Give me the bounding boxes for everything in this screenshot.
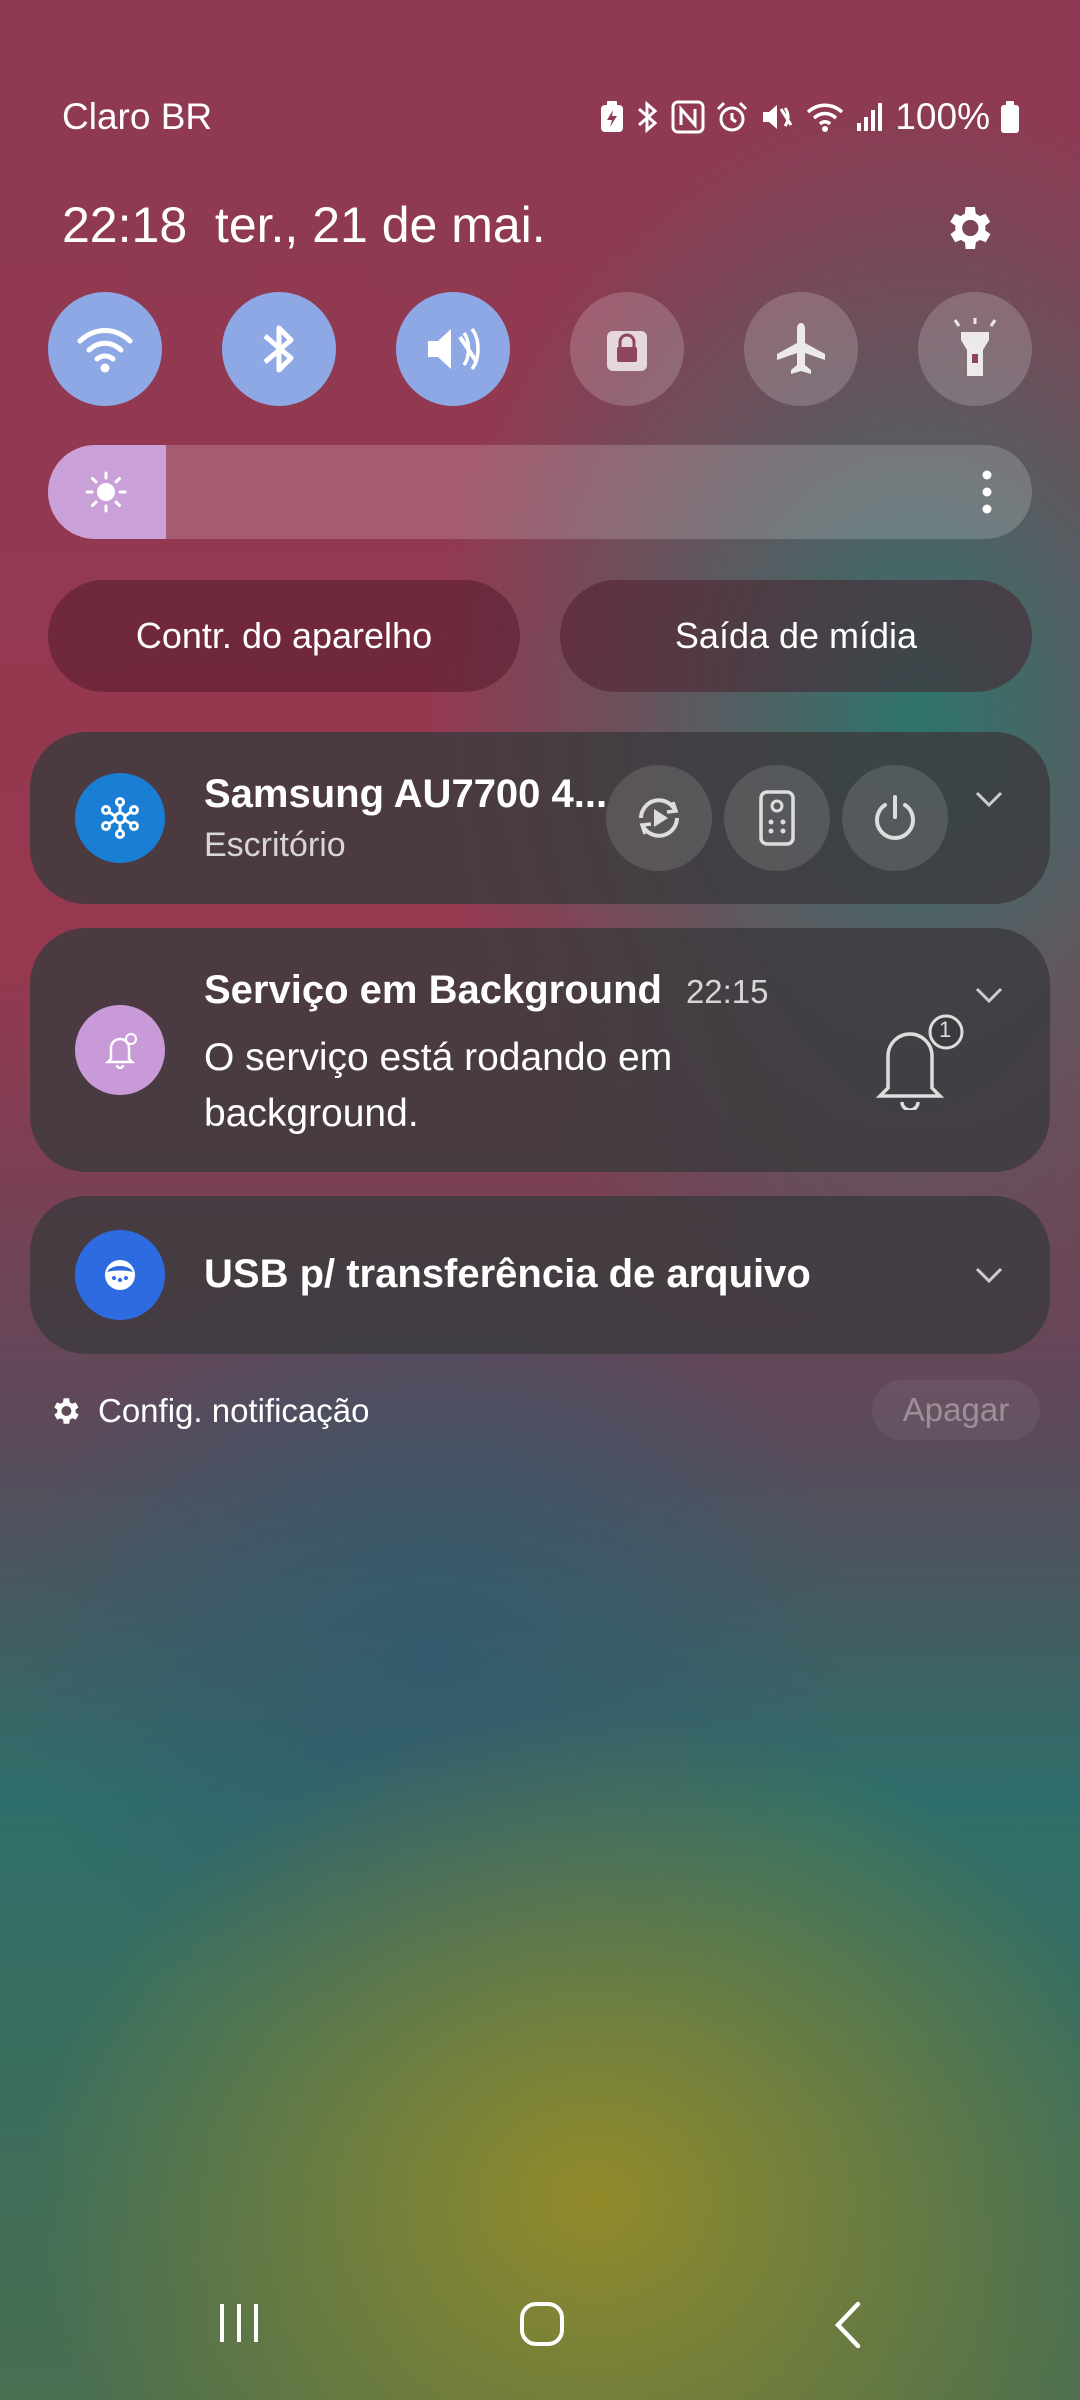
bell-badge-icon: 1 xyxy=(858,1010,968,1112)
sun-icon xyxy=(84,470,128,514)
notification-title: Serviço em Background xyxy=(204,968,662,1012)
bluetooth-toggle[interactable] xyxy=(222,292,336,406)
back-icon xyxy=(834,2301,861,2349)
home-button[interactable] xyxy=(518,2300,566,2360)
home-icon xyxy=(520,2302,564,2346)
expand-chevron-icon[interactable] xyxy=(974,986,1004,1009)
bell-app-icon xyxy=(75,1005,165,1095)
mute-icon xyxy=(759,100,795,134)
expand-chevron-icon[interactable] xyxy=(974,790,1004,813)
clear-all-button[interactable]: Apagar xyxy=(872,1380,1040,1440)
status-icons: 100% xyxy=(599,96,1020,138)
more-options-icon[interactable] xyxy=(980,469,994,515)
quick-settings-row xyxy=(48,292,1032,406)
battery-text: 100% xyxy=(895,96,990,137)
notification-header: Serviço em Background 22:15 xyxy=(204,968,769,1013)
bluetooth-icon xyxy=(635,99,661,135)
flashlight-icon xyxy=(953,318,997,376)
smartthings-icon xyxy=(75,773,165,863)
remote-icon xyxy=(759,790,795,846)
play-sync-icon xyxy=(639,798,679,838)
nfc-icon xyxy=(671,100,705,134)
notification-settings-link[interactable]: Config. notificação xyxy=(98,1392,370,1430)
notification-body: O serviço está rodando em background. xyxy=(204,1036,673,1135)
notification-title: Samsung AU7700 4... xyxy=(204,772,608,816)
recent-apps-button[interactable] xyxy=(216,2300,262,2360)
notification-smartthings[interactable]: Samsung AU7700 4... Escritório xyxy=(30,732,1050,904)
recent-apps-icon xyxy=(220,2304,258,2342)
notification-background-service[interactable]: Serviço em Background 22:15 O serviço es… xyxy=(30,928,1050,1172)
mute-icon xyxy=(428,327,480,371)
wifi-icon xyxy=(805,100,845,134)
settings-gear-button[interactable] xyxy=(940,200,996,256)
airplane-mode-toggle[interactable] xyxy=(744,292,858,406)
secure-folder-toggle[interactable] xyxy=(570,292,684,406)
date-label: ter., 21 de mai. xyxy=(214,197,546,253)
battery-saver-icon xyxy=(599,100,625,134)
carrier-name: Claro BR xyxy=(62,96,213,137)
clock-time: 22:18 xyxy=(62,197,188,253)
device-control-button[interactable]: Contr. do aparelho xyxy=(48,580,520,692)
usb-app-icon xyxy=(75,1230,165,1320)
remote-button[interactable] xyxy=(724,765,830,871)
bluetooth-icon xyxy=(263,325,294,373)
badge-count: 1 xyxy=(939,1017,952,1042)
wifi-toggle[interactable] xyxy=(48,292,162,406)
notification-settings-gear-icon xyxy=(48,1394,82,1428)
play-sync-button[interactable] xyxy=(606,765,712,871)
power-icon xyxy=(875,795,915,840)
brightness-slider[interactable] xyxy=(48,445,1032,539)
expand-chevron-icon[interactable] xyxy=(974,1266,1004,1289)
notification-usb[interactable]: USB p/ transferência de arquivo xyxy=(30,1196,1050,1354)
date-time: 22:18 ter., 21 de mai. xyxy=(62,196,546,254)
wifi-icon xyxy=(77,328,133,373)
signal-icon xyxy=(855,101,885,133)
gear-icon xyxy=(950,207,991,249)
flashlight-toggle[interactable] xyxy=(918,292,1032,406)
media-output-button[interactable]: Saída de mídia xyxy=(560,580,1032,692)
notification-time: 22:15 xyxy=(685,973,769,1010)
power-button[interactable] xyxy=(842,765,948,871)
airplane-icon xyxy=(777,323,825,374)
secure-folder-icon xyxy=(607,331,647,371)
notification-subtitle: Escritório xyxy=(204,826,346,864)
notification-title: USB p/ transferência de arquivo xyxy=(204,1252,811,1296)
mute-toggle[interactable] xyxy=(396,292,510,406)
battery-icon xyxy=(1000,100,1020,134)
back-button[interactable] xyxy=(830,2300,864,2360)
alarm-icon xyxy=(715,100,749,134)
